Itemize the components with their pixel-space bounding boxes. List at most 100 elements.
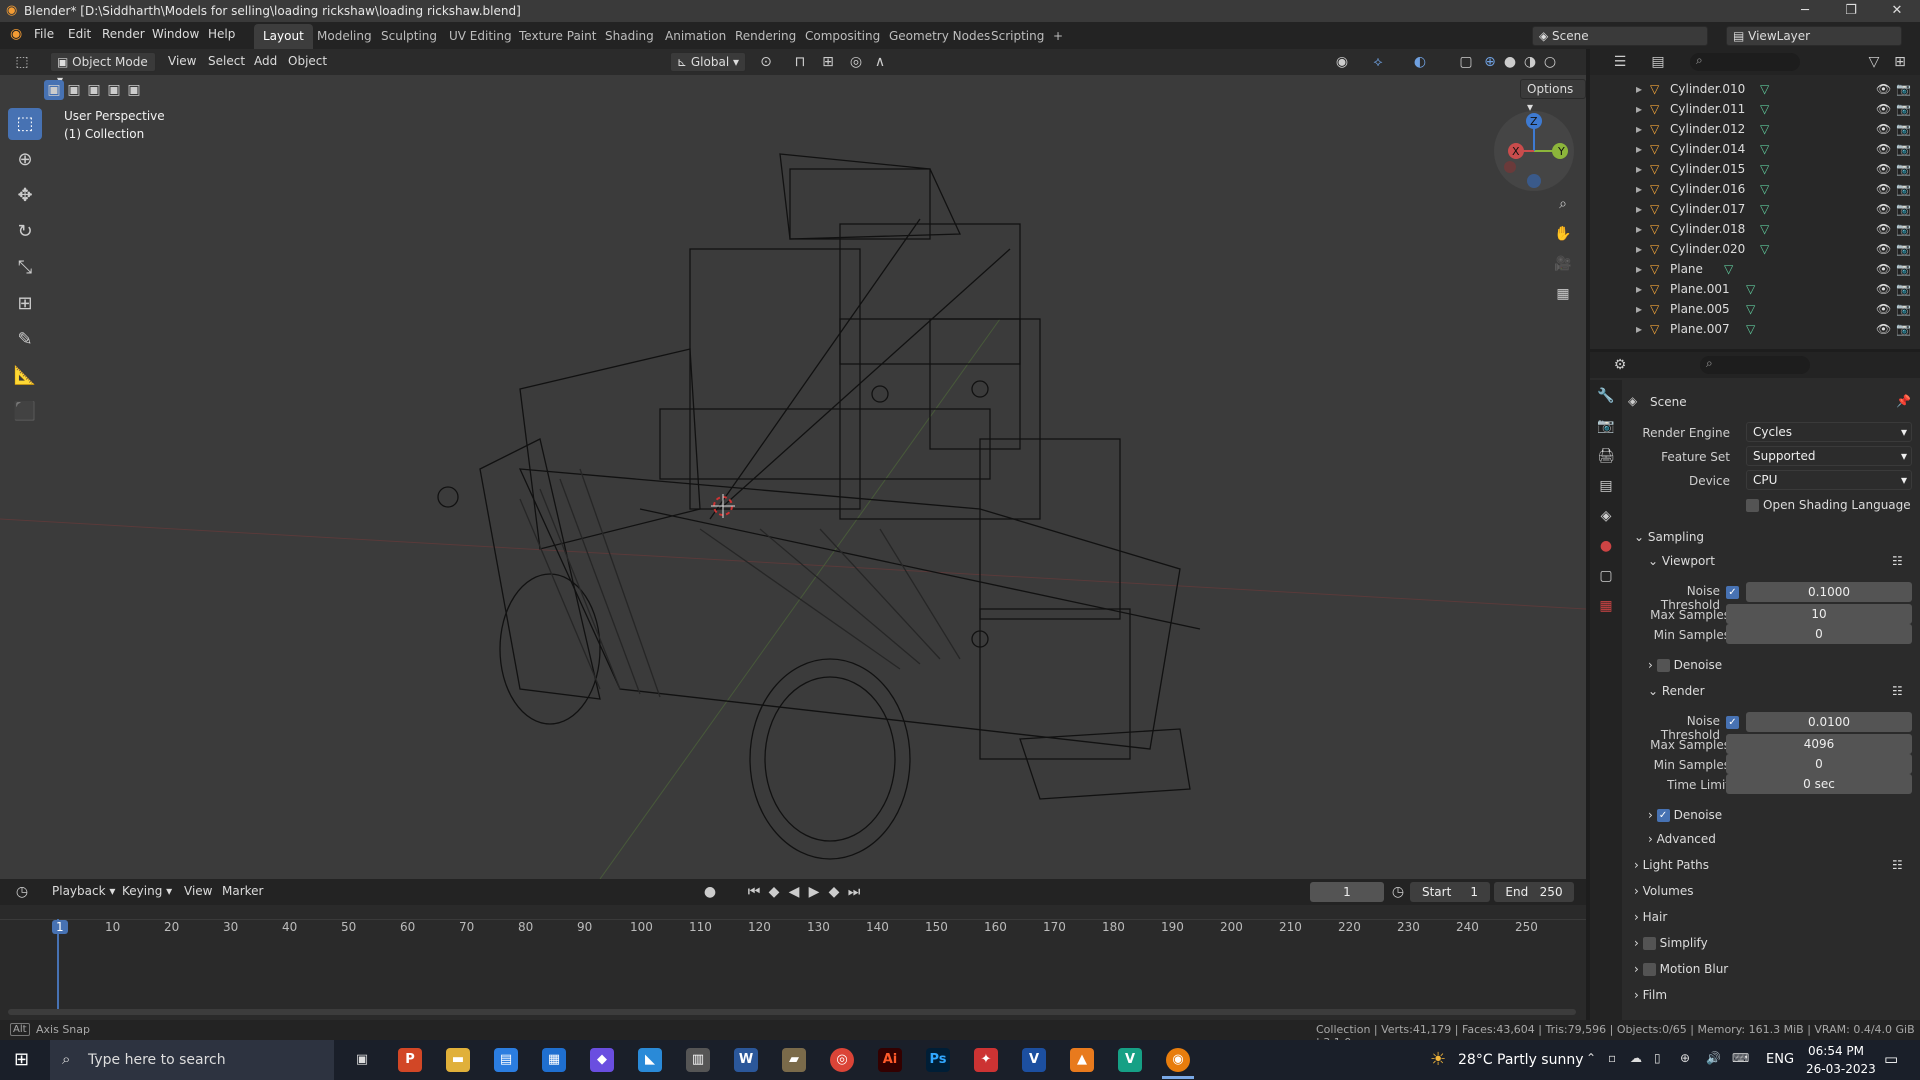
menu-file[interactable]: File [34, 27, 54, 41]
select-box-icon[interactable]: ⬚ [8, 108, 42, 140]
outliner-search-input[interactable]: ⌕ [1690, 53, 1800, 71]
clock-date[interactable]: 26-03-2023 [1806, 1062, 1876, 1076]
app-icon[interactable]: ▥ [686, 1048, 710, 1072]
transform-orientation-selector[interactable]: ⊾ Global ▾ [670, 52, 746, 72]
scale-icon[interactable]: ⤡ [8, 252, 42, 284]
visibility-eye-icon[interactable]: 👁 [1876, 102, 1891, 116]
transform-icon[interactable]: ⊞ [8, 288, 42, 320]
select-extend-icon[interactable]: ▣ [64, 80, 84, 100]
ortho-grid-icon[interactable]: ▦ [1553, 284, 1573, 304]
outliner-row[interactable]: ▸ ▽ Cylinder.016 ▽ 👁 📷 [1590, 182, 1920, 202]
jump-keyframe-back-icon[interactable]: ◆ [764, 882, 784, 902]
vlc-icon[interactable]: ▲ [1070, 1048, 1094, 1072]
material-shading-icon[interactable]: ◑ [1520, 52, 1540, 72]
volumes-panel[interactable]: › Volumes [1634, 884, 1694, 898]
menu-window[interactable]: Window [152, 27, 199, 41]
world-tab-icon[interactable]: ● [1596, 536, 1616, 556]
viewport-noise-threshold-field[interactable]: 0.1000 [1746, 582, 1912, 602]
zoom-icon[interactable]: ⌕ [1553, 194, 1573, 214]
render-camera-icon[interactable]: 📷 [1896, 182, 1911, 196]
osl-checkbox[interactable]: Open Shading Language [1746, 498, 1911, 512]
camera-view-icon[interactable]: 🎥 [1553, 254, 1573, 274]
render-subpanel-header[interactable]: ⌄ Render [1648, 684, 1705, 698]
app-icon[interactable]: ◣ [638, 1048, 662, 1072]
store-icon[interactable]: ▦ [542, 1048, 566, 1072]
editor-type-icon[interactable]: ⬚ [12, 52, 32, 72]
visibility-eye-icon[interactable]: 👁 [1876, 222, 1891, 236]
texture-tab-icon[interactable]: ▦ [1596, 596, 1616, 616]
select-new-icon[interactable]: ▣ [44, 80, 64, 100]
proportional-edit-icon[interactable]: ◎ [846, 52, 866, 72]
menu-edit[interactable]: Edit [68, 27, 91, 41]
collection-tab-icon[interactable]: ▢ [1596, 566, 1616, 586]
pivot-point-icon[interactable]: ⊙ [756, 52, 776, 72]
app-icon[interactable]: ✦ [974, 1048, 998, 1072]
rotate-icon[interactable]: ↻ [8, 216, 42, 248]
jump-end-icon[interactable]: ⏭ [844, 882, 864, 902]
tab-compositing[interactable]: Compositing [796, 24, 889, 49]
current-frame-field[interactable]: 1 [1310, 882, 1384, 902]
close-button[interactable]: ✕ [1874, 0, 1920, 22]
viewport-menu-object[interactable]: Object [288, 54, 327, 68]
render-tab-icon[interactable]: 📷 [1596, 416, 1616, 436]
outliner-row[interactable]: ▸ ▽ Cylinder.012 ▽ 👁 📷 [1590, 122, 1920, 142]
render-denoise-subpanel[interactable]: › ✓ Denoise [1648, 808, 1722, 822]
visibility-eye-icon[interactable]: 👁 [1876, 302, 1891, 316]
outliner-row[interactable]: ▸ ▽ Plane ▽ 👁 📷 [1590, 262, 1920, 282]
advanced-subpanel[interactable]: › Advanced [1648, 832, 1716, 846]
output-tab-icon[interactable]: 🖨 [1596, 446, 1616, 466]
auto-keying-icon[interactable]: ● [700, 882, 720, 902]
move-icon[interactable]: ✥ [8, 180, 42, 212]
timeline-menu-playback[interactable]: Playback ▾ [52, 884, 115, 898]
visibility-eye-icon[interactable]: 👁 [1876, 202, 1891, 216]
menu-render[interactable]: Render [102, 27, 145, 41]
solid-shading-icon[interactable]: ● [1500, 52, 1520, 72]
tray-chevron-icon[interactable]: ⌃ [1586, 1051, 1596, 1065]
add-cube-icon[interactable]: ⬛ [8, 396, 42, 428]
view-layer-selector[interactable]: ▤ ViewLayer [1726, 26, 1902, 46]
viewport-menu-view[interactable]: View [168, 54, 196, 68]
render-camera-icon[interactable]: 📷 [1896, 82, 1911, 96]
outliner-row[interactable]: ▸ ▽ Plane.007 ▽ 👁 📷 [1590, 322, 1920, 342]
preset-list-icon[interactable]: ☷ [1892, 858, 1903, 872]
blender-menu-icon[interactable]: ◉ [10, 26, 22, 42]
usb-icon[interactable]: ▯ [1654, 1051, 1661, 1065]
timeline-menu-marker[interactable]: Marker [222, 884, 263, 898]
properties-editor-icon[interactable]: ⚙ [1610, 355, 1630, 375]
new-collection-icon[interactable]: ⊞ [1890, 52, 1910, 72]
maximize-button[interactable]: ❐ [1828, 0, 1874, 22]
app-icon[interactable]: ▰ [782, 1048, 806, 1072]
render-camera-icon[interactable]: 📷 [1896, 302, 1911, 316]
render-camera-icon[interactable]: 📷 [1896, 282, 1911, 296]
powerpoint-icon[interactable]: P [398, 1048, 422, 1072]
frame-ruler[interactable]: 1 10 20 30 40 50 60 70 80 90 100 110 120… [0, 920, 1586, 942]
viewport-denoise-subpanel[interactable]: › Denoise [1648, 658, 1722, 672]
tab-uv-editing[interactable]: UV Editing [440, 24, 521, 49]
blender-taskbar-icon[interactable]: ◉ [1166, 1048, 1190, 1072]
rendered-shading-icon[interactable]: ○ [1540, 52, 1560, 72]
visibility-eye-icon[interactable]: 👁 [1876, 282, 1891, 296]
overlay-toggle-icon[interactable]: ◐ [1410, 52, 1430, 72]
clock-time[interactable]: 06:54 PM [1808, 1044, 1864, 1058]
light-paths-panel[interactable]: › Light Paths [1634, 858, 1709, 872]
play-reverse-icon[interactable]: ◀ [784, 882, 804, 902]
viewport-min-samples-field[interactable]: 0 [1726, 624, 1912, 644]
preview-range-icon[interactable]: ◷ [1388, 882, 1408, 902]
tab-scripting[interactable]: Scripting [982, 24, 1053, 49]
volume-icon[interactable]: 🔊 [1706, 1051, 1721, 1065]
hair-panel[interactable]: › Hair [1634, 910, 1667, 924]
jump-start-icon[interactable]: ⏮ [744, 882, 764, 902]
visibility-eye-icon[interactable]: 👁 [1876, 262, 1891, 276]
display-mode-icon[interactable]: ▤ [1648, 52, 1668, 72]
render-camera-icon[interactable]: 📷 [1896, 222, 1911, 236]
render-camera-icon[interactable]: 📷 [1896, 202, 1911, 216]
timeline-menu-keying[interactable]: Keying ▾ [122, 884, 172, 898]
visibility-eye-icon[interactable]: 👁 [1876, 82, 1891, 96]
mode-selector[interactable]: ▣ Object Mode ▾ [50, 52, 156, 87]
timeline-editor-icon[interactable]: ◷ [12, 882, 32, 902]
outliner-row[interactable]: ▸ ▽ Cylinder.014 ▽ 👁 📷 [1590, 142, 1920, 162]
feature-set-dropdown[interactable]: Supported ▾ [1746, 446, 1912, 466]
select-subtract-icon[interactable]: ▣ [84, 80, 104, 100]
tab-sculpting[interactable]: Sculpting [372, 24, 446, 49]
weather-text[interactable]: 28°C Partly sunny [1458, 1052, 1584, 1068]
